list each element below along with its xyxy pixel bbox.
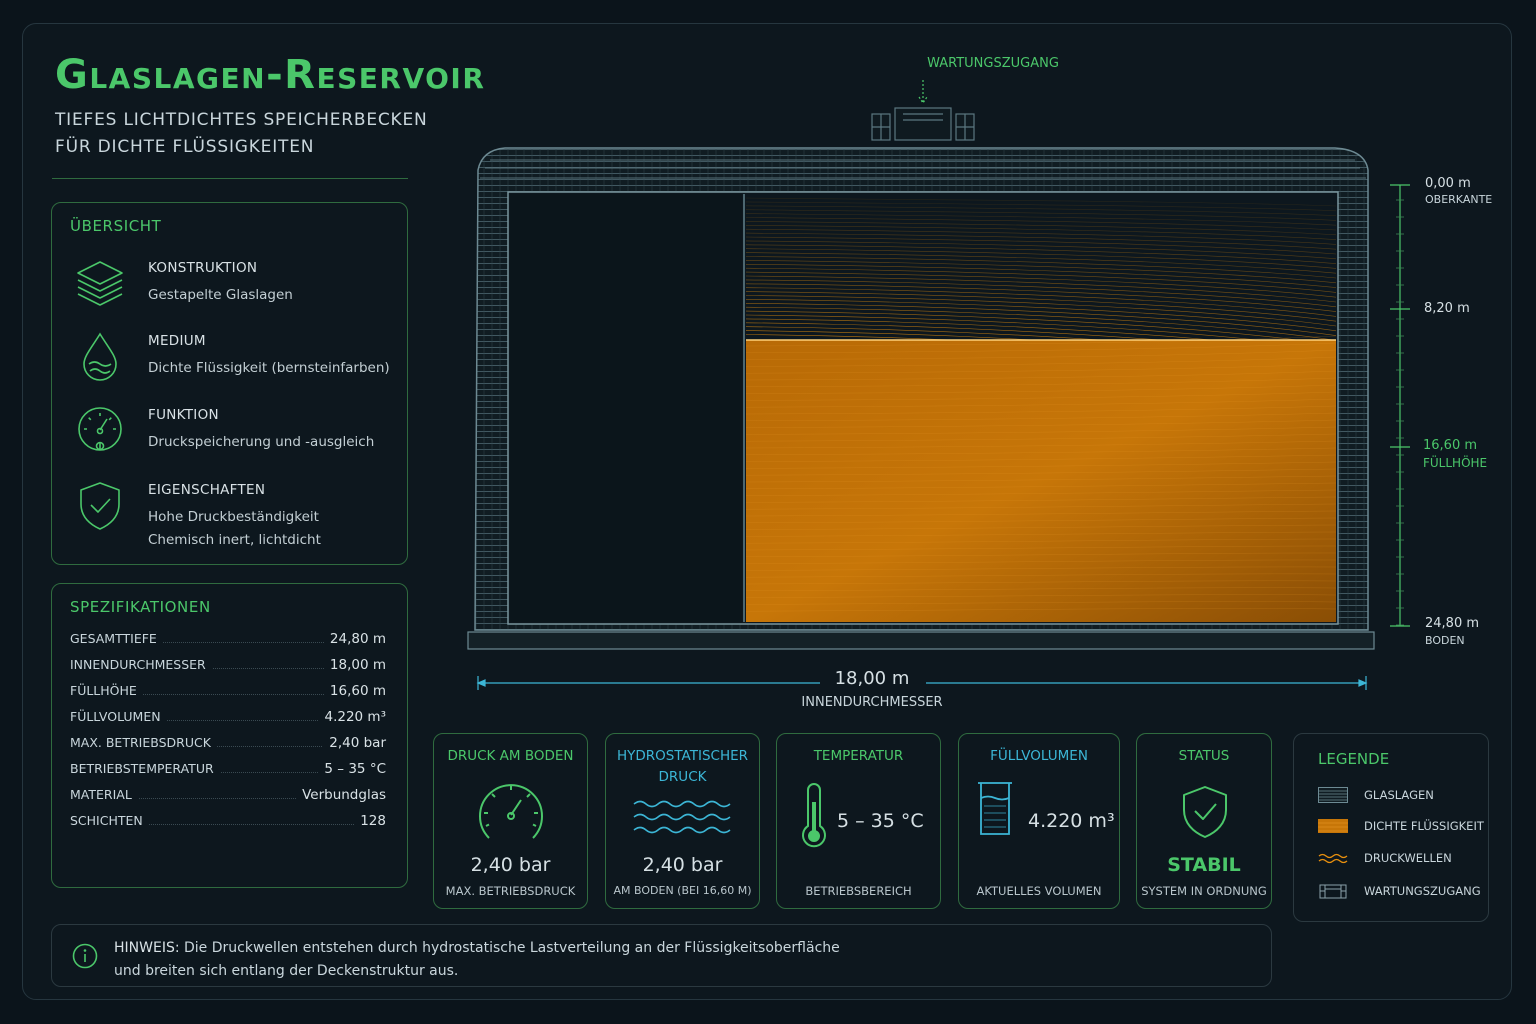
card-bottom-pressure: DRUCK AM BODEN 2,40 bar MAX. BETRIEBSDRU… <box>433 733 588 909</box>
legend-item: GLASLAGEN <box>1318 785 1488 805</box>
spec-row: MATERIAL Verbundglas <box>70 787 386 807</box>
card-title-line-2: DRUCK <box>658 769 707 785</box>
scale-caption: BODEN <box>1425 634 1465 647</box>
thermometer-icon <box>802 783 826 848</box>
legend-item: DICHTE FLÜSSIGKEIT <box>1318 816 1488 836</box>
card-subtitle: SYSTEM IN ORDNUNG <box>1141 884 1267 898</box>
hint-box: HINWEIS: Die Druckwellen entstehen durch… <box>51 924 1272 987</box>
card-title: STATUS <box>1178 748 1230 764</box>
spec-value: Verbundglas <box>296 787 386 803</box>
card-status: STATUS STABIL SYSTEM IN ORDNUNG <box>1136 733 1272 909</box>
card-title-line-1: HYDROSTATISCHER <box>616 748 749 764</box>
spec-key: MAX. BETRIEBSDRUCK <box>70 735 217 750</box>
width-value: 18,00 m <box>835 668 910 689</box>
card-subtitle: MAX. BETRIEBSDRUCK <box>445 884 576 898</box>
width-dimension <box>476 676 1368 690</box>
legend-label: WARTUNGSZUGANG <box>1364 884 1481 898</box>
card-fill-volume: FÜLLVOLUMEN 4.220 m³ AKTUELLES VOLUMEN <box>958 733 1120 909</box>
depth-scale <box>1390 184 1410 627</box>
legend-label: GLASLAGEN <box>1364 788 1434 802</box>
spec-value: 5 – 35 °C <box>318 761 386 777</box>
spec-row: MAX. BETRIEBSDRUCK 2,40 bar <box>70 735 386 755</box>
pressure-wave-swatch-icon <box>1318 853 1348 864</box>
card-hydrostatic-pressure: HYDROSTATISCHER DRUCK 2,40 bar AM BODEN … <box>605 733 760 909</box>
spec-row: BETRIEBSTEMPERATUR 5 – 35 °C <box>70 761 386 781</box>
maintenance-hatch[interactable] <box>871 107 975 141</box>
access-hatch-swatch-icon <box>1319 884 1347 899</box>
hint-label: HINWEIS: <box>114 940 180 956</box>
fill-level-caption: FÜLLHÖHE <box>1423 454 1487 470</box>
spec-key: BETRIEBSTEMPERATUR <box>70 761 220 776</box>
access-label: WARTUNGSZUGANG <box>927 56 1059 71</box>
glass-layers-swatch-icon <box>1318 787 1348 803</box>
reservoir-diagram: WARTUNGSZUGANG 0,00 m OBERKANTE 8,20 m 1… <box>467 56 1492 710</box>
gauge-icon <box>479 784 543 839</box>
card-subtitle: AM BODEN (BEI 16,60 m) <box>613 884 752 897</box>
beaker-icon <box>978 782 1012 835</box>
access-arrow <box>918 80 928 105</box>
legend-item: WARTUNGSZUGANG <box>1318 881 1488 901</box>
legend-panel: LEGENDE GLASLAGEN DICHTE FLÜSSIGKEIT DRU… <box>1293 733 1489 922</box>
info-icon <box>72 943 98 969</box>
hint-text: HINWEIS: Die Druckwellen entstehen durch… <box>114 937 1214 983</box>
scale-caption: OBERKANTE <box>1425 193 1492 206</box>
card-title: HYDROSTATISCHER DRUCK <box>606 746 759 788</box>
card-title: DRUCK AM BODEN <box>447 748 574 764</box>
legend-heading: LEGENDE <box>1318 750 1390 768</box>
spec-key: SCHICHTEN <box>70 813 149 828</box>
spec-key: MATERIAL <box>70 787 138 802</box>
hint-text-line-2: und breiten sich entlang der Deckenstruk… <box>114 963 459 979</box>
shield-check-icon <box>1183 786 1227 838</box>
amber-liquid-swatch-icon <box>1318 819 1348 833</box>
card-value: 2,40 bar <box>470 854 551 876</box>
scale-value: 8,20 m <box>1424 301 1470 316</box>
fill-level-value: 16,60 m <box>1423 438 1477 453</box>
base-plate <box>467 631 1375 650</box>
status-value: STABIL <box>1167 854 1241 876</box>
card-title: FÜLLVOLUMEN <box>990 748 1088 764</box>
card-title: TEMPERATUR <box>813 748 904 764</box>
hint-text-line-1: Die Druckwellen entstehen durch hydrosta… <box>184 940 840 956</box>
legend-item: DRUCKWELLEN <box>1318 848 1488 868</box>
card-value: 4.220 m³ <box>1028 810 1115 832</box>
scale-value: 24,80 m <box>1425 616 1479 631</box>
card-subtitle: BETRIEBSBEREICH <box>805 884 912 898</box>
width-caption: INNENDURCHMESSER <box>801 695 942 710</box>
card-value: 5 – 35 °C <box>837 810 924 832</box>
card-subtitle: AKTUELLES VOLUMEN <box>976 884 1102 898</box>
spec-value: 128 <box>354 813 386 829</box>
spec-row: SCHICHTEN 128 <box>70 813 386 833</box>
spec-value: 2,40 bar <box>323 735 386 751</box>
card-value: 2,40 bar <box>642 854 723 876</box>
card-temperature: TEMPERATUR 5 – 35 °C BETRIEBSBEREICH <box>776 733 941 909</box>
empty-section <box>510 194 742 622</box>
legend-label: DRUCKWELLEN <box>1364 851 1452 865</box>
waves-icon <box>633 800 731 834</box>
scale-value: 0,00 m <box>1425 176 1471 191</box>
legend-label: DICHTE FLÜSSIGKEIT <box>1364 819 1484 833</box>
